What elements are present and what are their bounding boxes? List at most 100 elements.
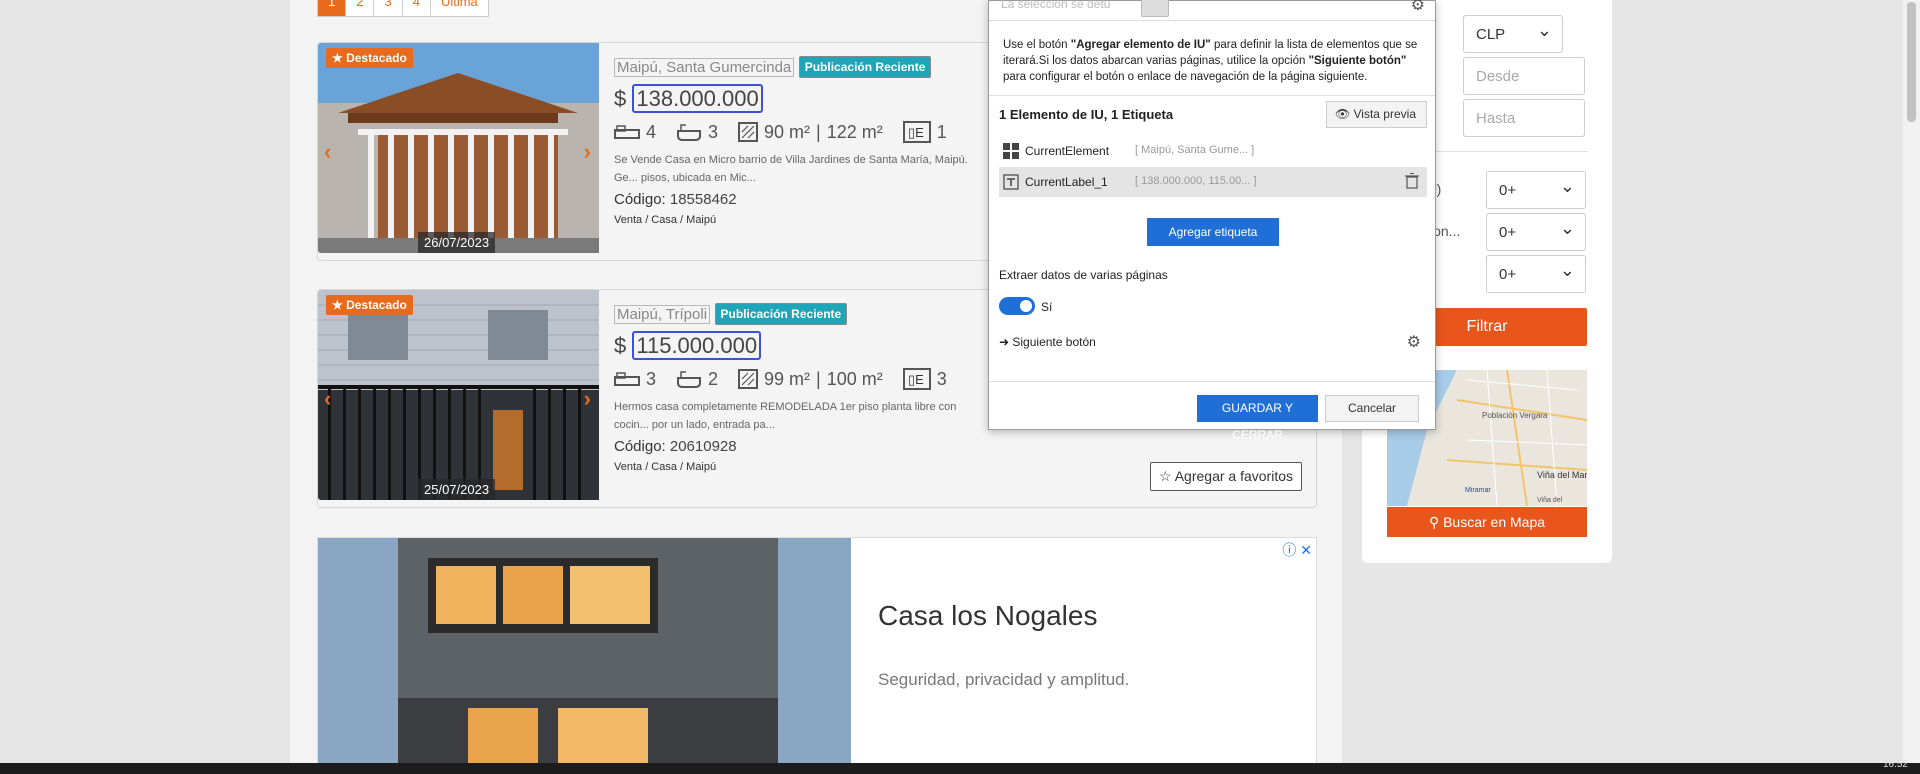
trash-icon[interactable] xyxy=(1405,173,1419,189)
filter-select-2[interactable]: 0+ xyxy=(1486,213,1586,251)
filter-select-1[interactable]: 0+ xyxy=(1486,171,1586,209)
taskbar: 16:52 xyxy=(0,759,1920,774)
featured-badge: ★ Destacado xyxy=(326,48,413,68)
gear-icon[interactable]: ⚙ xyxy=(1407,332,1421,352)
bed-icon xyxy=(614,125,640,139)
bathrooms-count: 2 xyxy=(708,368,719,389)
parking-count: 3 xyxy=(936,368,947,389)
text-label-icon xyxy=(1003,174,1019,190)
dialog-toolbar: La selección se detu ⚙ xyxy=(989,0,1435,21)
parking-count: 1 xyxy=(936,121,947,142)
area-icon xyxy=(738,369,759,389)
page-last-link[interactable]: Última xyxy=(429,0,488,16)
grid-icon xyxy=(1003,143,1019,159)
listing-photo[interactable]: ★ Destacado ‹ › 25/07/2023 xyxy=(318,290,599,500)
preview-button[interactable]: 👁 Vista previa xyxy=(1325,101,1427,128)
tree-item-current-label[interactable]: CurrentLabel_1 [ 138.000.000, 115.00... … xyxy=(999,167,1427,197)
parking-icon: ▯E xyxy=(902,368,931,390)
area-built: 99 m² xyxy=(764,368,811,389)
next-photo-arrow-icon[interactable]: › xyxy=(584,139,591,165)
code-label: Código: xyxy=(614,438,666,455)
element-count-label: 1 Elemento de IU, 1 Etiqueta xyxy=(999,107,1174,122)
price-from-input[interactable]: Desde xyxy=(1463,57,1585,95)
page-4-link[interactable]: 4 xyxy=(401,0,430,16)
advertisement[interactable]: Casa los Nogales Seguridad, privacidad y… xyxy=(317,537,1317,774)
bedrooms-count: 4 xyxy=(646,121,657,142)
taskbar-clock: 16:52 xyxy=(1882,759,1908,770)
area-icon xyxy=(738,122,759,142)
next-photo-arrow-icon[interactable]: › xyxy=(584,386,591,412)
featured-badge: ★ Destacado xyxy=(326,295,413,315)
parking-icon: ▯E xyxy=(902,121,931,143)
tree-item-value: [ Maipú, Santa Gume... ] xyxy=(1135,144,1255,156)
dialog-divider xyxy=(989,381,1435,382)
page-3-link[interactable]: 3 xyxy=(373,0,401,16)
page-scrollbar[interactable] xyxy=(1903,0,1920,774)
area-separator: | xyxy=(816,121,821,142)
multi-page-label: Extraer datos de varias páginas xyxy=(999,268,1168,282)
gear-icon[interactable]: ⚙ xyxy=(1411,0,1425,15)
area-total: 122 m² xyxy=(826,121,883,142)
tree-item-value: [ 138.000.000, 115.00... ] xyxy=(1135,175,1257,187)
ad-image xyxy=(318,538,851,773)
code-value: 20610928 xyxy=(669,438,737,455)
listing-price[interactable]: 115.000.000 xyxy=(632,331,762,360)
ad-info-close-icon[interactable]: ⓘ ✕ xyxy=(1282,540,1312,560)
recent-tag: Publicación Reciente xyxy=(714,303,848,325)
code-label: Código: xyxy=(614,191,666,208)
filter-select-3[interactable]: 0+ xyxy=(1486,255,1586,293)
multi-page-toggle[interactable] xyxy=(999,297,1035,315)
dialog-divider xyxy=(989,95,1435,96)
listing-photo[interactable]: ★ Destacado ‹ › 26/07/2023 xyxy=(318,43,599,253)
recent-tag: Publicación Reciente xyxy=(798,56,932,78)
area-separator: | xyxy=(816,368,821,389)
svg-text:▯E: ▯E xyxy=(908,125,924,140)
selection-input[interactable]: La selección se detu xyxy=(1001,0,1110,11)
bath-icon xyxy=(677,371,702,388)
tree-item-current-element[interactable]: CurrentElement [ Maipú, Santa Gume... ] xyxy=(999,136,1427,166)
search-map-label: Buscar en Mapa xyxy=(1443,514,1546,530)
listing-location[interactable]: Maipú, Santa Gumercinda xyxy=(614,58,795,77)
currency-symbol: $ xyxy=(614,86,627,111)
scrollbar-thumb[interactable] xyxy=(1907,2,1916,122)
search-map-button[interactable]: ⚲ Buscar en Mapa xyxy=(1387,507,1587,537)
preview-label: Vista previa xyxy=(1353,107,1416,121)
map-label-4: Viña del xyxy=(1537,497,1563,504)
price-to-input[interactable]: Hasta xyxy=(1463,99,1585,137)
next-button-setting[interactable]: ➜ Siguiente botón xyxy=(999,335,1096,349)
listing-description: Se Vende Casa en Micro barrio de Villa J… xyxy=(614,154,968,184)
map-label-3: Miramar xyxy=(1465,487,1491,494)
prev-photo-arrow-icon[interactable]: ‹ xyxy=(324,139,331,165)
prev-photo-arrow-icon[interactable]: ‹ xyxy=(324,386,331,412)
tree-item-name: CurrentLabel_1 xyxy=(1025,175,1108,189)
listing-price[interactable]: 138.000.000 xyxy=(632,84,763,113)
pagination: 1 2 3 4 Última xyxy=(317,0,489,17)
photo-date: 25/07/2023 xyxy=(418,479,496,500)
currency-select[interactable]: CLP xyxy=(1463,15,1563,53)
photo-date: 26/07/2023 xyxy=(418,232,496,253)
map-label-1: Población Vergara xyxy=(1482,411,1548,420)
save-and-close-button[interactable]: GUARDAR Y CERRAR xyxy=(1197,395,1318,442)
eye-icon: 👁 xyxy=(1334,107,1354,121)
eye-icon[interactable] xyxy=(1141,0,1169,17)
page-1-link[interactable]: 1 xyxy=(318,0,346,16)
map-label-2: Viña del Mar xyxy=(1537,470,1587,480)
code-value: 18558462 xyxy=(669,191,737,208)
next-button-label: Siguiente botón xyxy=(1012,335,1096,349)
area-total: 100 m² xyxy=(826,368,883,389)
bath-icon xyxy=(677,124,702,141)
listing-code: Código: 20610928 xyxy=(614,438,1306,455)
currency-symbol: $ xyxy=(614,333,627,358)
bedrooms-count: 3 xyxy=(646,368,657,389)
listing-location[interactable]: Maipú, Trípoli xyxy=(614,305,711,324)
page-2-link[interactable]: 2 xyxy=(345,0,373,16)
search-icon: ⚲ xyxy=(1428,514,1444,530)
cancel-button[interactable]: Cancelar xyxy=(1325,395,1419,422)
ad-subtitle: Seguridad, privacidad y amplitud. xyxy=(878,670,1130,689)
svg-text:▯E: ▯E xyxy=(908,372,924,387)
add-label-button[interactable]: Agregar etiqueta xyxy=(1147,218,1279,246)
ad-title[interactable]: Casa los Nogales xyxy=(878,600,1097,632)
extract-data-dialog: La selección se detu ⚙ Use el botón "Agr… xyxy=(988,0,1436,442)
bathrooms-count: 3 xyxy=(708,121,719,142)
add-to-favorites-button[interactable]: ☆ Agregar a favoritos xyxy=(1150,462,1302,491)
